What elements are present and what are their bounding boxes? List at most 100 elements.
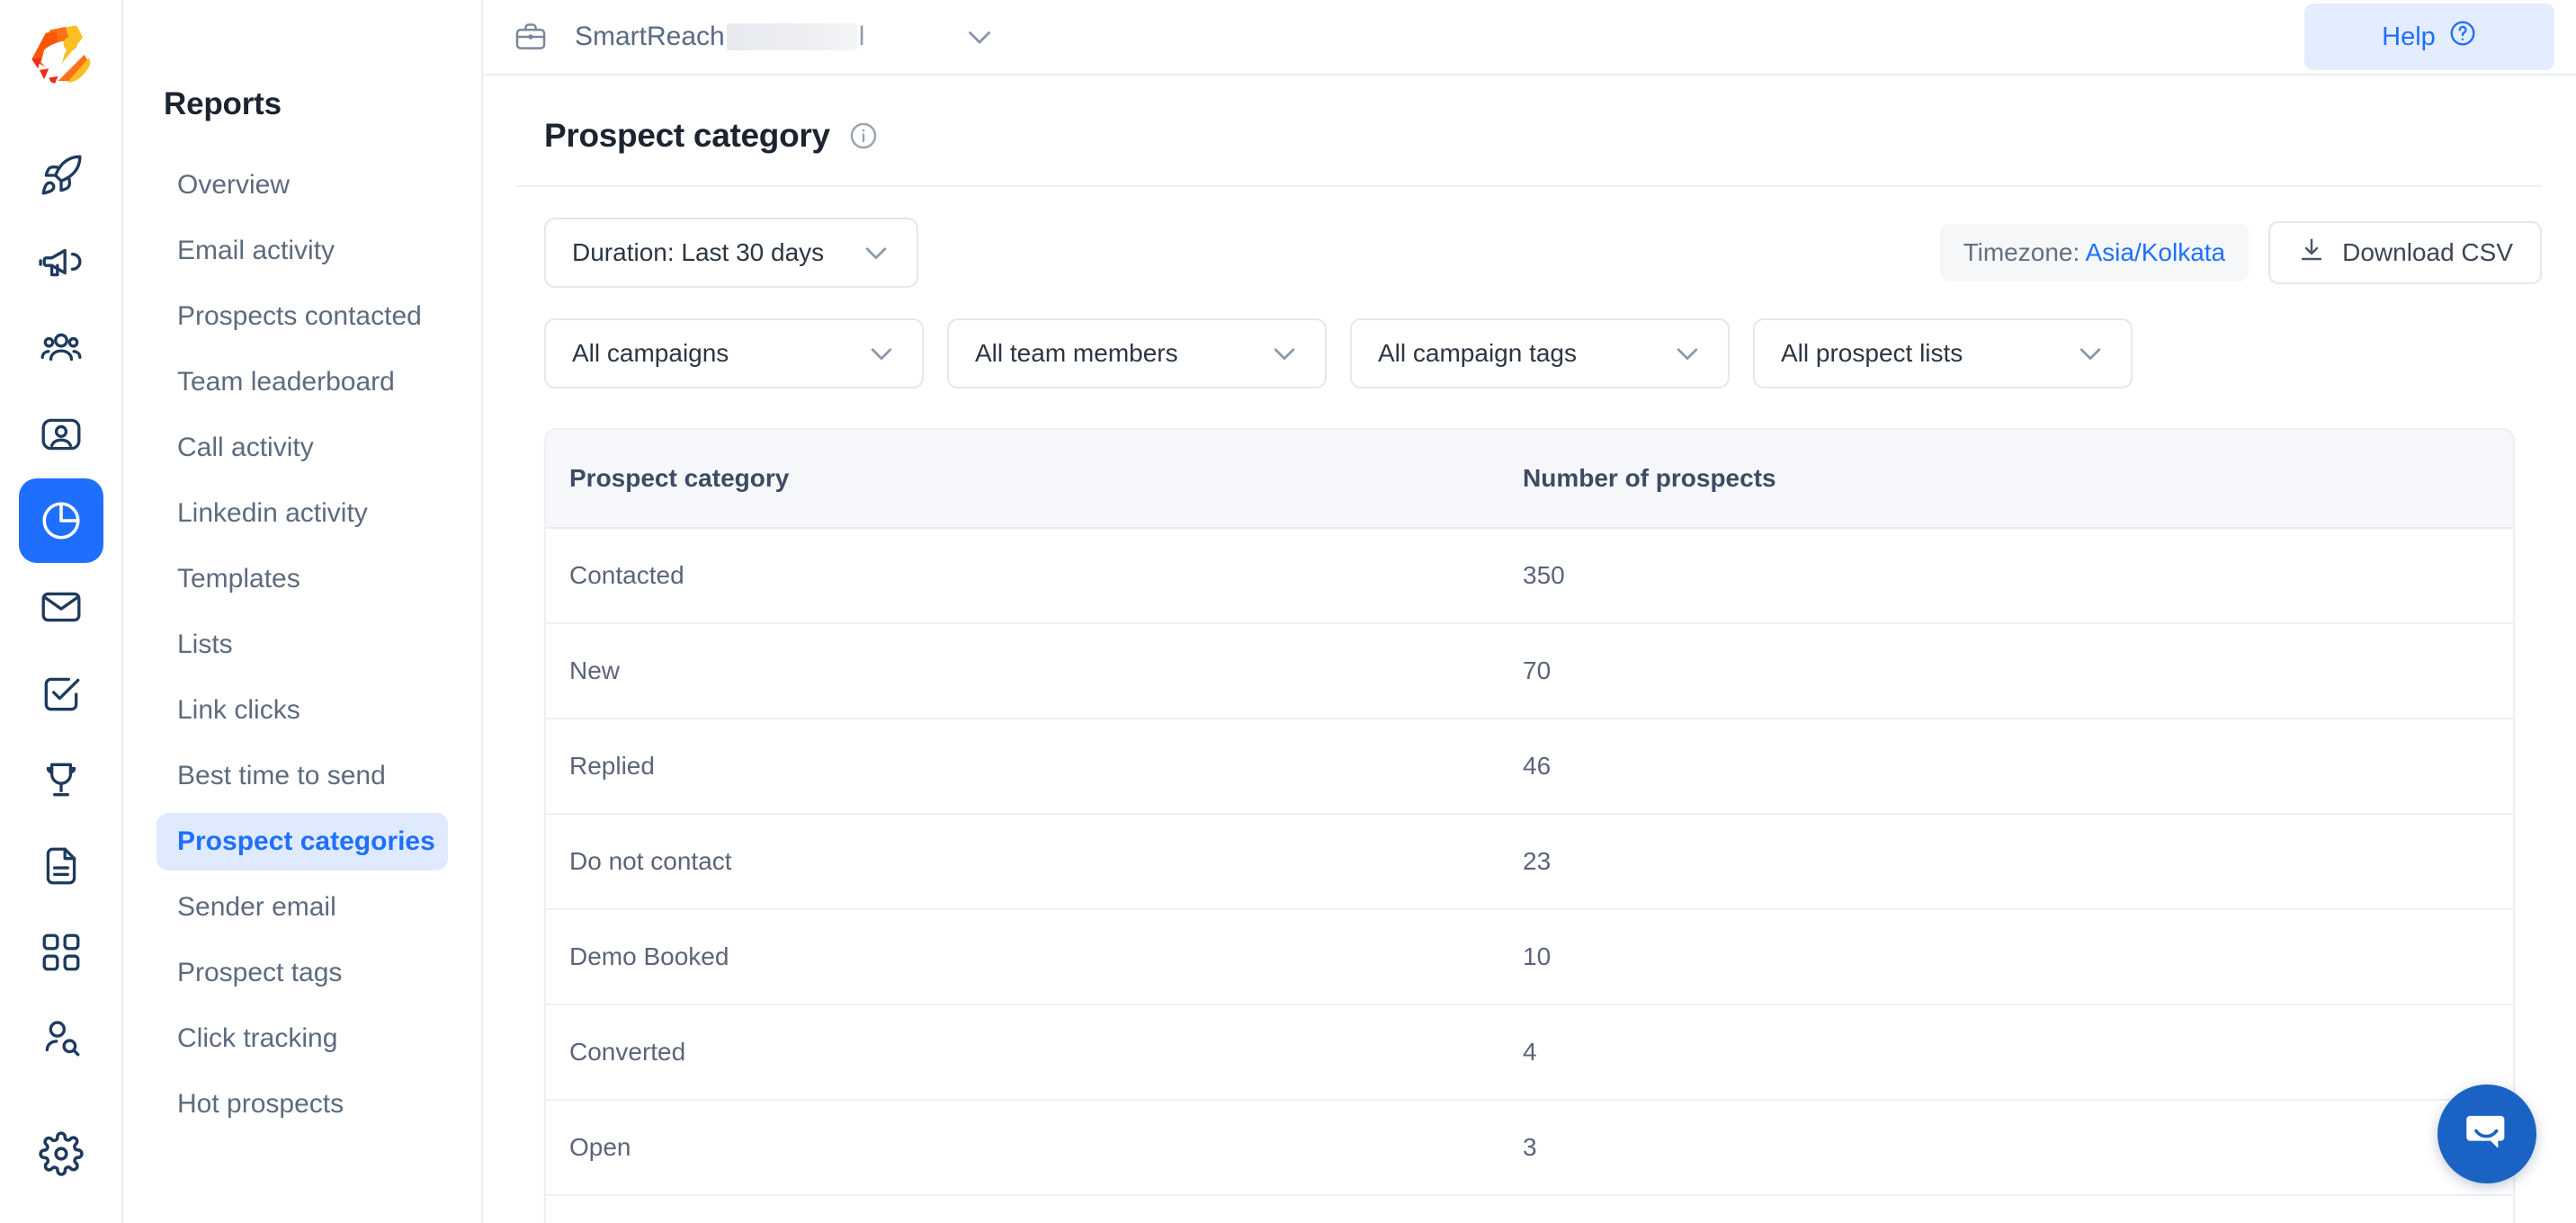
contact-card-icon xyxy=(39,412,84,457)
trophy-icon xyxy=(39,757,84,802)
chevron-down-icon xyxy=(1672,338,1703,369)
rail-item-settings[interactable] xyxy=(19,1111,103,1196)
rail-item-rocket[interactable] xyxy=(19,133,103,218)
chevron-down-icon xyxy=(861,237,891,268)
pie-chart-icon xyxy=(39,498,84,543)
table-row[interactable]: Converted 4 xyxy=(546,1004,2513,1101)
rail-item-tasks[interactable] xyxy=(19,651,103,736)
cell-count: 70 xyxy=(1499,623,2513,719)
sidebar-item-call-activity[interactable]: Call activity xyxy=(157,419,448,477)
sidebar-item-templates[interactable]: Templates xyxy=(157,550,448,608)
rail-item-apps[interactable] xyxy=(19,910,103,995)
table-row[interactable]: No-Show 1 xyxy=(546,1195,2513,1223)
briefcase-icon xyxy=(514,20,548,54)
campaign-tags-select-label: All campaign tags xyxy=(1378,339,1578,367)
cell-count: 4 xyxy=(1499,1004,2513,1101)
sidebar-item-sender-email[interactable]: Sender email xyxy=(157,879,448,936)
sidebar-item-link-clicks[interactable]: Link clicks xyxy=(157,682,448,739)
table-row[interactable]: Contacted 350 xyxy=(546,528,2513,624)
rail-item-contacts[interactable] xyxy=(19,392,103,477)
table-row[interactable]: Open 3 xyxy=(546,1100,2513,1196)
table-row[interactable]: Replied 46 xyxy=(546,719,2513,815)
checkbox-task-icon xyxy=(39,671,84,716)
megaphone-icon xyxy=(38,239,84,284)
team-members-select[interactable]: All team members xyxy=(947,318,1327,388)
timezone-value[interactable]: Asia/Kolkata xyxy=(2085,238,2225,266)
chat-bubble-icon xyxy=(2461,1106,2513,1163)
cell-category: No-Show xyxy=(546,1195,1499,1223)
reports-sidebar: Reports Overview Email activity Prospect… xyxy=(123,0,483,1223)
duration-select[interactable]: Duration: Last 30 days xyxy=(544,218,918,288)
sidebar-nav-list: Overview Email activity Prospects contac… xyxy=(123,156,481,1133)
question-circle-icon xyxy=(2448,19,2477,55)
content-area: Prospect category Duration: Last 30 days xyxy=(483,76,2576,1223)
rocket-logo[interactable] xyxy=(22,14,100,92)
table-row[interactable]: New 70 xyxy=(546,623,2513,719)
sidebar-item-overview[interactable]: Overview xyxy=(157,156,448,214)
cell-category: Do not contact xyxy=(546,814,1499,910)
sidebar-title: Reports xyxy=(164,86,282,121)
info-circle-icon[interactable] xyxy=(848,121,879,151)
chat-widget-button[interactable] xyxy=(2437,1085,2536,1183)
workspace-chevron-down-icon[interactable] xyxy=(963,21,996,53)
team-members-select-label: All team members xyxy=(975,339,1178,367)
chevron-down-icon xyxy=(1269,338,1300,369)
table-header-row: Prospect category Number of prospects xyxy=(546,430,2513,529)
campaign-tags-select[interactable]: All campaign tags xyxy=(1350,318,1730,388)
cell-count: 1 xyxy=(1499,1195,2513,1223)
sidebar-item-prospects-contacted[interactable]: Prospects contacted xyxy=(157,288,448,345)
workspace-name-redacted xyxy=(726,23,857,50)
table-row[interactable]: Do not contact 23 xyxy=(546,814,2513,910)
grid-apps-icon xyxy=(39,930,84,975)
prospect-lists-select[interactable]: All prospect lists xyxy=(1753,318,2133,388)
cell-count: 10 xyxy=(1499,909,2513,1005)
cell-category: Contacted xyxy=(546,528,1499,624)
sidebar-item-team-leaderboard[interactable]: Team leaderboard xyxy=(157,353,448,411)
chevron-down-icon xyxy=(2075,338,2106,369)
rail-item-leaderboard[interactable] xyxy=(19,737,103,822)
app-root: Reports Overview Email activity Prospect… xyxy=(0,0,2576,1223)
campaigns-select[interactable]: All campaigns xyxy=(544,318,924,388)
rail-item-people-search[interactable] xyxy=(19,996,103,1081)
download-icon xyxy=(2297,236,2326,271)
gear-settings-icon xyxy=(38,1131,84,1176)
table-body: Contacted 350 New 70 Replied 46 Do not c… xyxy=(546,528,2513,1223)
person-search-icon xyxy=(39,1016,84,1061)
cell-category: Demo Booked xyxy=(546,909,1499,1005)
download-csv-button[interactable]: Download CSV xyxy=(2268,221,2542,284)
cell-count: 350 xyxy=(1499,528,2513,624)
sidebar-item-prospect-tags[interactable]: Prospect tags xyxy=(157,944,448,1002)
envelope-icon xyxy=(39,585,84,629)
rail-item-prospects[interactable] xyxy=(19,306,103,390)
sidebar-item-click-tracking[interactable]: Click tracking xyxy=(157,1010,448,1067)
main-area: SmartReach l Help Prospect category Dura… xyxy=(483,0,2576,1223)
people-group-icon xyxy=(39,326,84,370)
cell-count: 46 xyxy=(1499,719,2513,815)
table-row[interactable]: Demo Booked 10 xyxy=(546,909,2513,1005)
filter-row-secondary: All campaigns All team members All campa… xyxy=(517,288,2542,388)
page-header: Prospect category xyxy=(517,76,2542,187)
rail-item-templates[interactable] xyxy=(19,824,103,908)
icon-rail xyxy=(0,0,123,1223)
sidebar-item-lists[interactable]: Lists xyxy=(157,616,448,674)
sidebar-item-linkedin-activity[interactable]: Linkedin activity xyxy=(157,485,448,542)
rail-item-inbox[interactable] xyxy=(19,565,103,649)
sidebar-item-best-time-to-send[interactable]: Best time to send xyxy=(157,747,448,805)
column-header-number-of-prospects: Number of prospects xyxy=(1499,430,2513,529)
prospect-category-table: Prospect category Number of prospects Co… xyxy=(544,428,2515,1223)
cell-count: 23 xyxy=(1499,814,2513,910)
prospect-lists-select-label: All prospect lists xyxy=(1781,339,1963,367)
column-header-prospect-category: Prospect category xyxy=(546,430,1499,529)
sidebar-item-hot-prospects[interactable]: Hot prospects xyxy=(157,1076,448,1133)
page-title: Prospect category xyxy=(544,117,830,154)
rail-item-reports[interactable] xyxy=(18,478,103,563)
sidebar-item-prospect-categories[interactable]: Prospect categories xyxy=(157,813,448,870)
sidebar-item-email-activity[interactable]: Email activity xyxy=(157,222,448,280)
workspace-name[interactable]: SmartReach xyxy=(575,22,725,52)
toolbar-right: Timezone: Asia/Kolkata Download CSV xyxy=(1939,221,2542,284)
help-button[interactable]: Help xyxy=(2304,4,2554,70)
rail-item-campaigns[interactable] xyxy=(19,219,103,304)
workspace-name-tail: l xyxy=(858,22,865,51)
chevron-down-icon xyxy=(866,338,897,369)
duration-select-label: Duration: Last 30 days xyxy=(572,238,825,266)
